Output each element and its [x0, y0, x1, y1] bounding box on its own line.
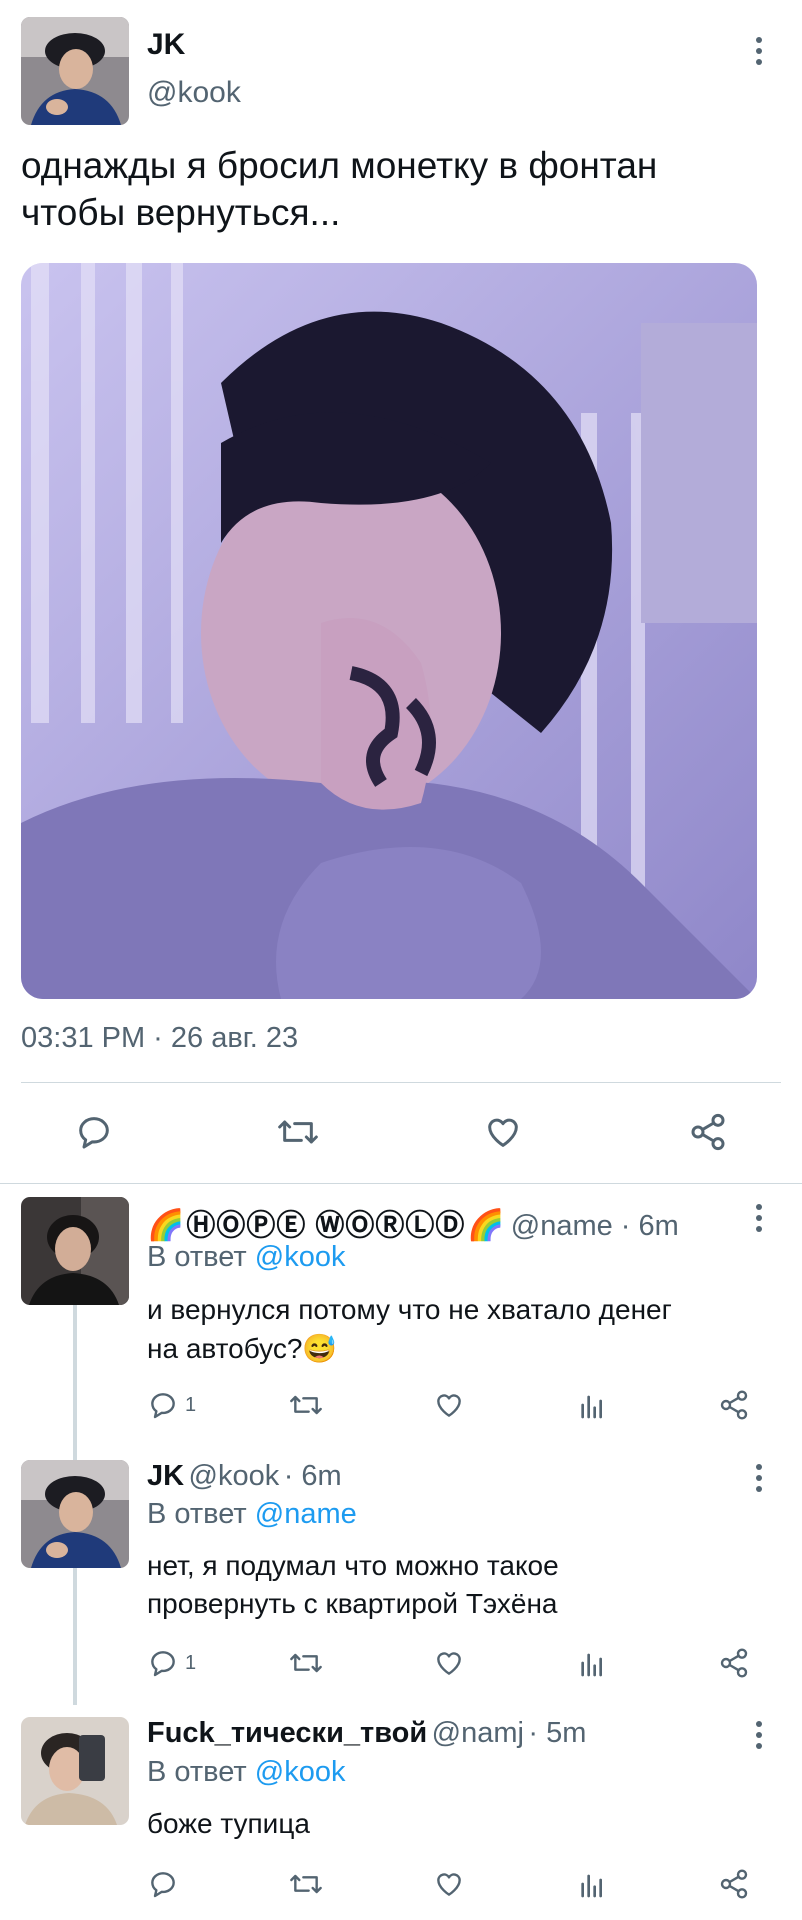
- retweet-icon[interactable]: [288, 1389, 324, 1421]
- reply-count: 1: [185, 1393, 197, 1416]
- retweet-icon[interactable]: [288, 1647, 324, 1679]
- reply-icon[interactable]: 1: [147, 1389, 196, 1421]
- reply-icon[interactable]: [147, 1868, 179, 1900]
- reply-2-text-line-2: провернуть с квартирой Тэхёна: [147, 1588, 558, 1619]
- reply-1-avatar[interactable]: [21, 1197, 129, 1305]
- reply-3-text-line-1: боже тупица: [147, 1808, 310, 1839]
- divider: [21, 1082, 781, 1083]
- reply-icon[interactable]: 1: [147, 1647, 196, 1679]
- retweet-icon[interactable]: [288, 1868, 324, 1900]
- reply-3-handle[interactable]: @namj: [432, 1717, 524, 1749]
- share-icon[interactable]: [718, 1389, 750, 1421]
- divider: [0, 1183, 802, 1184]
- views-icon[interactable]: [576, 1868, 608, 1900]
- share-icon[interactable]: [718, 1647, 750, 1679]
- reply-2-text-line-1: нет, я подумал что можно такое: [147, 1550, 559, 1581]
- reply-2-reply-to-label: В ответ: [147, 1498, 247, 1530]
- more-vertical-icon[interactable]: [747, 1463, 771, 1493]
- reply-1-reply-to-link[interactable]: @kook: [255, 1241, 346, 1273]
- reply-1-author-name[interactable]: ⒽⓄⓅⒺ ⓌⓄⓇⓁⒹ: [186, 1202, 465, 1244]
- retweet-icon[interactable]: [276, 1112, 320, 1152]
- reply-1-text-line-1: и вернулся потому что не хватало денег: [147, 1294, 672, 1325]
- main-tweet-photo[interactable]: [21, 263, 757, 999]
- reply-3-reply-to-label: В ответ: [147, 1756, 247, 1788]
- reply-count: 1: [185, 1651, 197, 1674]
- reply-2-avatar[interactable]: [21, 1460, 129, 1568]
- like-icon[interactable]: [433, 1389, 465, 1421]
- reply-2-reply-to-link[interactable]: @name: [255, 1498, 357, 1530]
- reply-1-handle[interactable]: @name: [511, 1210, 613, 1243]
- views-icon[interactable]: [576, 1647, 608, 1679]
- main-tweet-timestamp[interactable]: 03:31 PM · 26 авг. 23: [21, 1022, 298, 1055]
- like-icon[interactable]: [433, 1868, 465, 1900]
- reply-3-avatar[interactable]: [21, 1717, 129, 1825]
- reply-1-reply-to-label: В ответ: [147, 1241, 247, 1273]
- more-vertical-icon[interactable]: [747, 36, 771, 66]
- sweat-smile-emoji: 😅: [302, 1333, 338, 1364]
- reply-1-text-line-2: на автобус?: [147, 1333, 303, 1364]
- share-icon[interactable]: [688, 1112, 728, 1152]
- main-author-handle[interactable]: @kook: [147, 76, 241, 110]
- reply-1-time[interactable]: · 6m: [621, 1210, 679, 1243]
- reply-icon[interactable]: [74, 1112, 114, 1152]
- like-icon[interactable]: [483, 1112, 523, 1152]
- more-vertical-icon[interactable]: [747, 1203, 771, 1233]
- like-icon[interactable]: [433, 1647, 465, 1679]
- views-icon[interactable]: [576, 1389, 608, 1421]
- reply-2-author-name[interactable]: JK: [147, 1460, 184, 1492]
- reply-2-time[interactable]: · 6m: [284, 1460, 342, 1492]
- rainbow-emoji: 🌈: [467, 1209, 505, 1242]
- reply-3-time[interactable]: · 5m: [528, 1717, 586, 1749]
- main-author-name[interactable]: JK: [147, 28, 185, 62]
- main-author-avatar[interactable]: [21, 17, 129, 125]
- main-tweet-text-line-2: чтобы вернуться...: [21, 192, 341, 233]
- rainbow-emoji: 🌈: [147, 1209, 185, 1242]
- share-icon[interactable]: [718, 1868, 750, 1900]
- reply-3-reply-to-link[interactable]: @kook: [255, 1756, 346, 1788]
- reply-2-handle[interactable]: @kook: [189, 1460, 280, 1492]
- main-tweet-text-line-1: однажды я бросил монетку в фонтан: [21, 145, 658, 186]
- more-vertical-icon[interactable]: [747, 1720, 771, 1750]
- reply-3-author-name[interactable]: Fuck_тически_твой: [147, 1717, 427, 1749]
